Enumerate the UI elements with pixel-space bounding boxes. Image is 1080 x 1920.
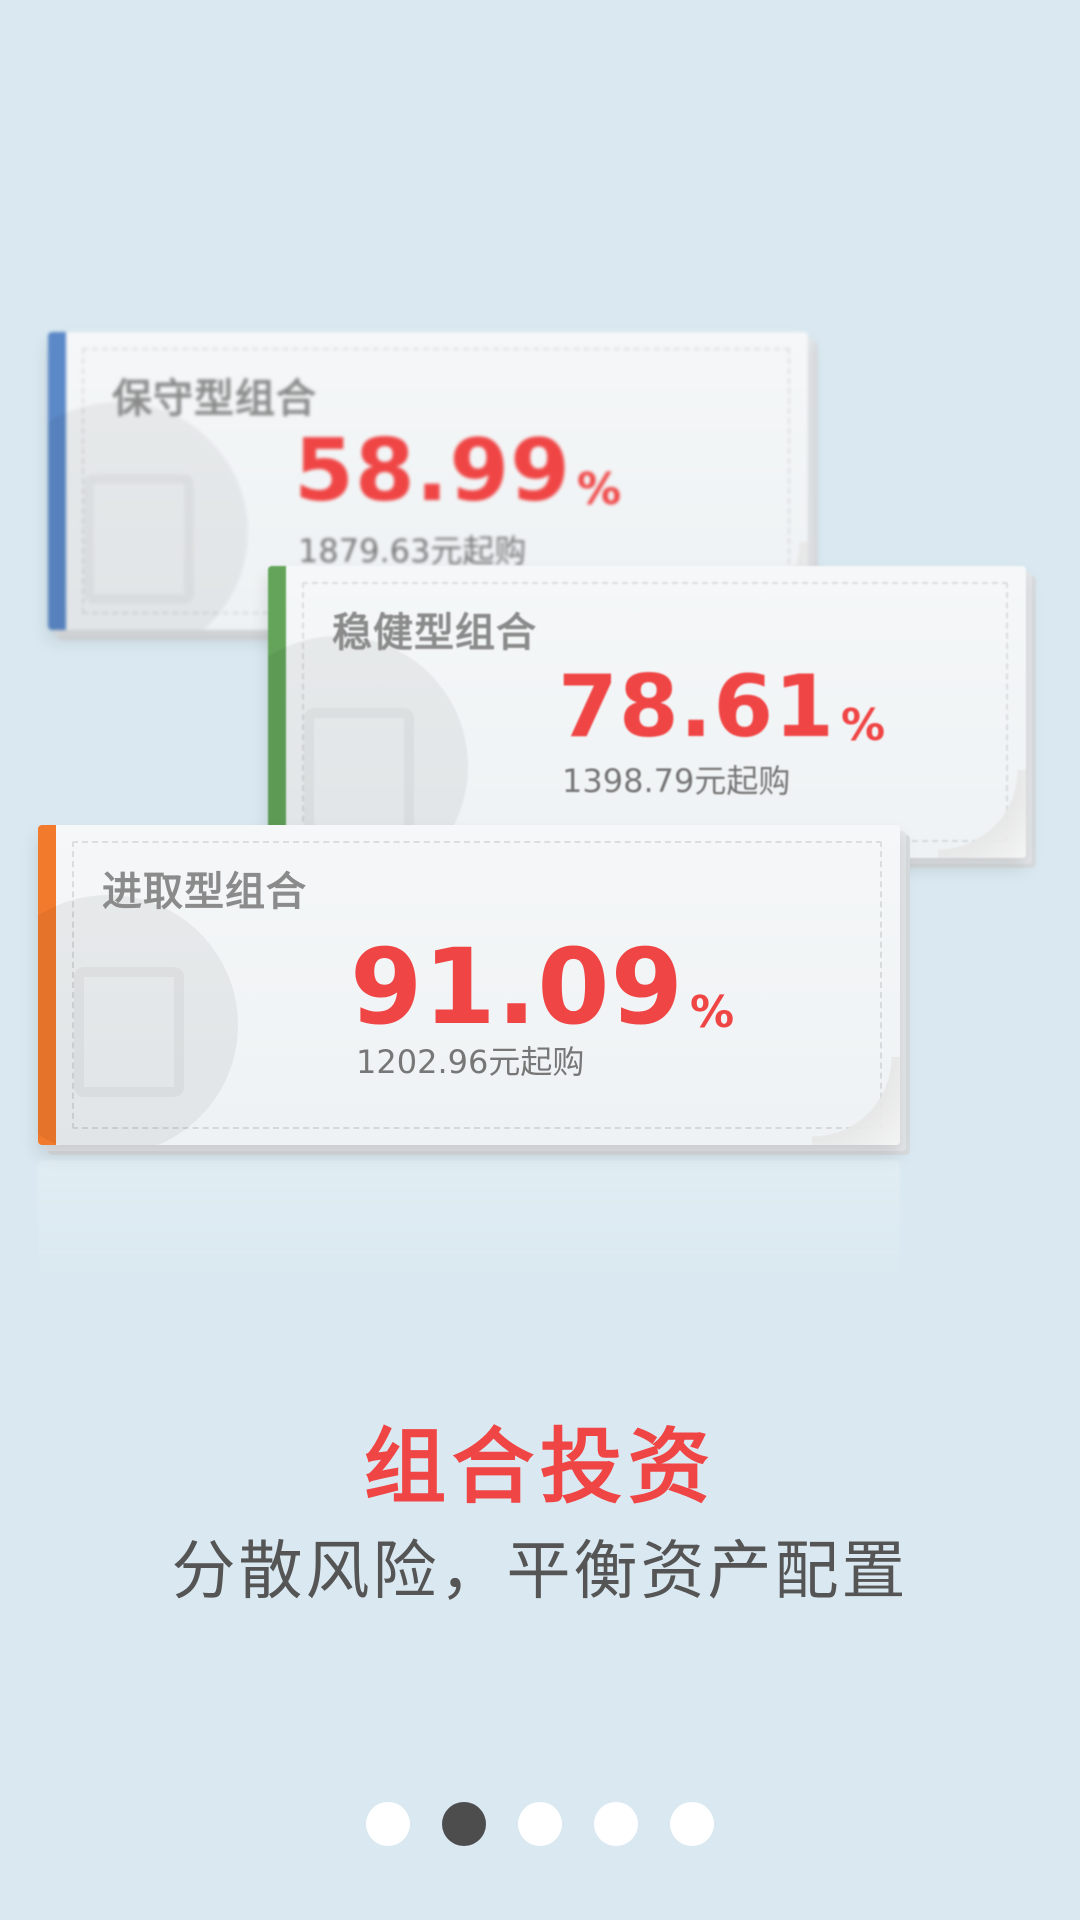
card-min-purchase: 1398.79元起购 <box>562 762 791 800</box>
portfolio-card-balanced: 稳健型组合 78.61% 1398.79元起购 <box>268 566 1026 858</box>
rate-value: 91.09 <box>350 926 684 1048</box>
page-curl <box>812 1057 900 1145</box>
card-reflection <box>38 1160 900 1320</box>
feature-subheadline: 分散风险，平衡资产配置 <box>171 1535 909 1609</box>
page-curl <box>938 770 1026 858</box>
pager-dot[interactable] <box>670 1802 714 1846</box>
feature-headline: 组合投资 <box>363 1420 716 1515</box>
pager-dot[interactable] <box>366 1802 410 1846</box>
portfolio-card-aggressive: 进取型组合 91.09% 1202.96元起购 <box>38 825 900 1145</box>
rate-value: 58.99 <box>294 421 572 521</box>
card-min-purchase: 1202.96元起购 <box>356 1043 585 1081</box>
card-title: 进取型组合 <box>102 869 307 915</box>
card-return-rate: 91.09% <box>350 935 735 1039</box>
rate-percent: % <box>689 987 736 1038</box>
rate-value: 78.61 <box>558 657 836 757</box>
pager-dot[interactable] <box>518 1802 562 1846</box>
pager-dots[interactable] <box>0 1802 1080 1846</box>
rate-percent: % <box>577 464 623 515</box>
pager-dot[interactable] <box>442 1802 486 1846</box>
card-title: 稳健型组合 <box>332 610 537 656</box>
card-title: 保守型组合 <box>112 376 317 422</box>
card-return-rate: 58.99% <box>294 428 622 514</box>
onboarding-screen: 保守型组合 58.99% 1879.63元起购 稳健型组合 78.61% 139… <box>0 0 1080 1920</box>
rate-percent: % <box>841 700 887 751</box>
pager-dot[interactable] <box>594 1802 638 1846</box>
card-return-rate: 78.61% <box>558 664 886 750</box>
